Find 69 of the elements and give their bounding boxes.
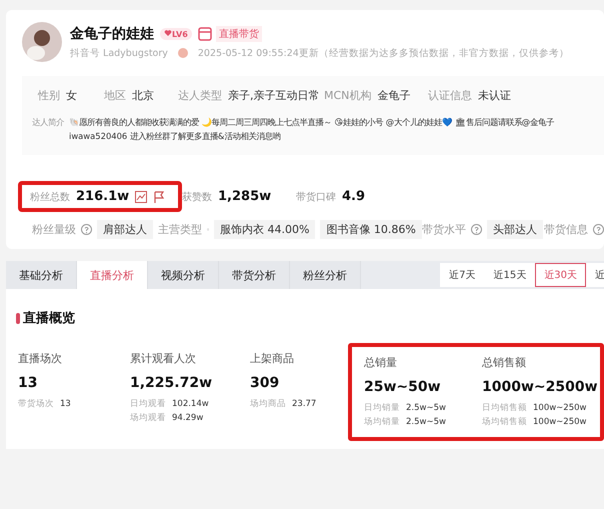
info-label: 达人类型 [178, 88, 222, 103]
info-value: 金龟子 [377, 88, 410, 103]
tag-chip: 图书音像 10.86% [320, 220, 422, 239]
bio-label: 达人简介 [32, 116, 64, 129]
metric-value: 1,225.72w [130, 375, 214, 391]
metric-label: 累计观看人次 [130, 351, 197, 366]
info-label: MCN机构 [324, 88, 372, 103]
sub-value: 100w~250w [533, 416, 586, 429]
sub-value: 23.77 [292, 398, 316, 411]
tag-chip: 服饰内衣 44.00% [214, 220, 316, 239]
sub-label: 日均销量 [364, 402, 400, 415]
heart-icon [164, 28, 172, 36]
sub-value: 102.14w [172, 398, 209, 411]
range-button[interactable]: 近30天 [535, 263, 586, 287]
status-dot [178, 48, 188, 58]
live-tag: 直播带货 [216, 26, 262, 42]
stat-value: 216.1w [76, 189, 130, 204]
metric-label: 总销量 [364, 355, 398, 370]
metric-label: 总销售额 [482, 355, 527, 370]
sub-label: 日均销售额 [482, 402, 527, 415]
metric-value: 13 [18, 375, 38, 391]
bio-text: 🐚愿所有善良的人都能收获满满的爱 🌙每周二周三周四晚上七点半直播～ 😘娃娃的小号 @大个儿的娃娃💙 🏛售后问题请联系@金龟子 [69, 116, 554, 129]
metric-value: 1000w~2500w [482, 379, 599, 395]
flag-icon [153, 190, 166, 202]
metric-label: 直播场次 [18, 351, 63, 366]
info-value: 亲子,亲子互动日常 [228, 88, 320, 103]
info-label: 地区 [104, 88, 126, 103]
metric-value: 25w~50w [364, 379, 442, 395]
info-value: 北京 [132, 88, 154, 103]
sub-label: 场均观看 [130, 412, 166, 425]
stat-value: 4.9 [342, 189, 366, 204]
bio-text: iwawa520406 进入粉丝群了解更多直播&活动相关消息哟 [69, 130, 282, 143]
tag-label: 带货信息 [544, 222, 588, 237]
level-text: LV6 [172, 30, 188, 38]
sub-value: 13 [60, 398, 71, 411]
user-name: 金龟子的娃娃 [70, 24, 154, 42]
range-button[interactable]: 近15天 [484, 263, 536, 287]
stat-value: 1,285w [218, 189, 272, 204]
sub-value: 94.29w [172, 412, 204, 425]
sub-label: 场均商品 [250, 398, 286, 411]
account-id: 抖音号 Ladybugstory [70, 46, 168, 60]
tag-chip: 肩部达人 [97, 220, 153, 239]
avatar [22, 22, 62, 62]
sub-value: 2.5w~5w [406, 402, 446, 415]
info-value: 未认证 [478, 88, 511, 103]
tag-label: 粉丝量级 [32, 222, 76, 237]
title-marker [16, 312, 20, 324]
sub-label: 场均销量 [364, 416, 400, 429]
store-icon [198, 26, 212, 40]
tag-chip: 头部达人 [486, 220, 543, 239]
info-label: 性别 [38, 88, 60, 103]
tag-label: 主营类型 [158, 222, 202, 237]
stat-label: 获赞数 [182, 190, 212, 204]
stat-label: 带货口碑 [296, 190, 336, 204]
stat-label: 粉丝总数 [30, 190, 70, 204]
info-label: 认证信息 [428, 88, 472, 103]
metric-label: 上架商品 [250, 351, 295, 366]
sub-label: 场均销售额 [482, 416, 527, 429]
sub-label: 带货场次 [18, 398, 54, 411]
tab[interactable]: 直播分析 [77, 261, 148, 289]
range-button[interactable]: 近7天 [440, 263, 485, 287]
metric-value: 309 [250, 375, 280, 391]
tag-label: 带货水平 [422, 222, 466, 237]
info-value: 女 [66, 88, 77, 103]
sub-label: 日均观看 [130, 398, 166, 411]
section-title: 直播概览 [23, 310, 75, 327]
sub-value: 2.5w~5w [406, 416, 446, 429]
update-note: 2025-05-12 09:55:24更新（经营数据为达多多预估数据，非官方数据，仅供参考） [198, 46, 569, 60]
sub-value: 100w~250w [533, 402, 586, 415]
